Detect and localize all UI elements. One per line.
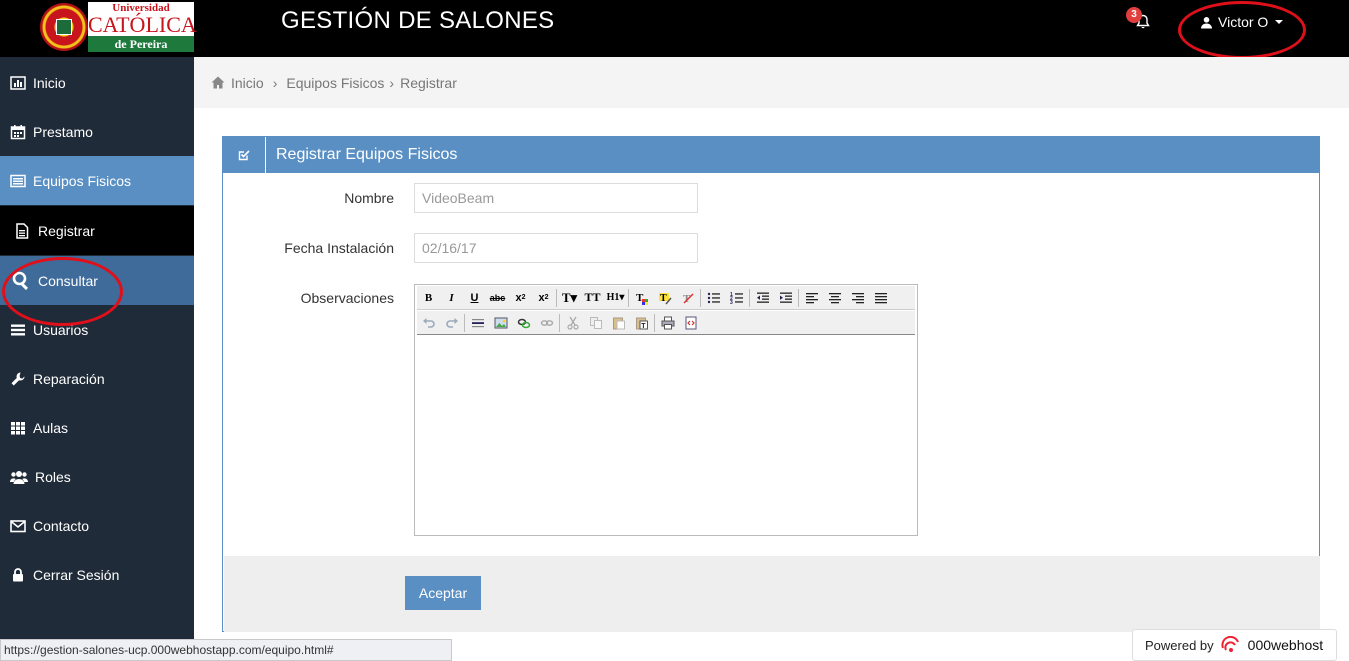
numbered-list-icon[interactable]: 123	[725, 287, 748, 309]
sidebar-item-label: Aulas	[33, 419, 69, 436]
align-justify-icon[interactable]	[869, 287, 892, 309]
webhost-brand: 000webhost	[1247, 637, 1324, 653]
breadcrumb-separator-icon: ›	[389, 74, 395, 91]
top-bar: Universidad CATÓLICA de Pereira GESTIÓN …	[0, 0, 1349, 59]
university-seal-icon	[40, 3, 88, 51]
calendar-icon	[10, 124, 26, 139]
bullet-list-icon[interactable]	[702, 287, 725, 309]
sidebar-item-label: Contacto	[33, 517, 90, 534]
status-bar-url: https://gestion-salones-ucp.000webhostap…	[0, 639, 452, 661]
align-left-icon[interactable]	[800, 287, 823, 309]
undo-icon[interactable]	[417, 312, 440, 334]
underline-icon[interactable]: U	[463, 287, 486, 309]
breadcrumb: Inicio › Equipos Fisicos › Registrar	[194, 57, 1349, 108]
logo-wordmark: Universidad CATÓLICA de Pereira	[88, 2, 197, 52]
logo-line-3: de Pereira	[88, 36, 194, 52]
highlight-icon[interactable]: T	[653, 287, 676, 309]
university-logo[interactable]: Universidad CATÓLICA de Pereira	[0, 0, 197, 57]
powered-by-label: Powered by	[1145, 637, 1214, 653]
horizontal-rule-icon[interactable]	[466, 312, 489, 334]
users-icon	[10, 470, 28, 484]
sidebar-item-label: Registrar	[38, 222, 95, 239]
powered-by-badge[interactable]: Powered by 000webhost	[1132, 629, 1337, 661]
sidebar-item-prestamo[interactable]: Prestamo	[0, 107, 194, 156]
annotation-circle-registrar	[2, 257, 123, 326]
breadcrumb-separator-icon: ›	[272, 74, 278, 91]
envelope-icon	[10, 519, 26, 532]
align-right-icon[interactable]	[846, 287, 869, 309]
webhost-logo-icon	[1221, 636, 1239, 652]
breadcrumb-inicio[interactable]: Inicio	[231, 75, 264, 91]
accept-button[interactable]: Aceptar	[405, 576, 481, 610]
align-center-icon[interactable]	[823, 287, 846, 309]
observaciones-editor: B I U abc x2 x2 T▾ TT H1▾ T T T 123 T	[414, 284, 918, 536]
sidebar: Inicio Prestamo Equipos Fisicos Registra…	[0, 57, 194, 661]
image-icon[interactable]	[489, 312, 512, 334]
bar-chart-icon	[10, 75, 26, 90]
lock-icon	[13, 567, 23, 581]
bold-icon[interactable]: B	[417, 287, 440, 309]
notification-badge[interactable]: 3	[1126, 7, 1142, 23]
panel-header: Registrar Equipos Fisicos	[223, 137, 1319, 173]
text-color-icon[interactable]: T	[630, 287, 653, 309]
unlink-icon[interactable]	[535, 312, 558, 334]
edit-check-icon	[223, 137, 266, 173]
sidebar-item-registrar[interactable]: Registrar	[0, 206, 194, 255]
sidebar-item-roles[interactable]: Roles	[0, 452, 194, 501]
logo-line-2: CATÓLICA	[88, 12, 197, 37]
sidebar-item-reparacion[interactable]: Reparación	[0, 354, 194, 403]
home-icon	[211, 76, 225, 89]
outdent-icon[interactable]	[751, 287, 774, 309]
file-icon	[16, 222, 29, 239]
clear-format-icon[interactable]: T	[676, 287, 699, 309]
copy-icon[interactable]	[584, 312, 607, 334]
font-size-icon[interactable]: TT	[581, 287, 604, 309]
font-family-icon[interactable]: T▾	[558, 287, 581, 309]
redo-icon[interactable]	[440, 312, 463, 334]
observaciones-label: Observaciones	[300, 290, 394, 306]
app-title: GESTIÓN DE SALONES	[281, 7, 555, 34]
sidebar-item-inicio[interactable]: Inicio	[0, 58, 194, 107]
indent-icon[interactable]	[774, 287, 797, 309]
breadcrumb-equipos-fisicos[interactable]: Equipos Fisicos	[286, 75, 384, 91]
svg-text:T: T	[660, 293, 667, 304]
fecha-instalacion-label: Fecha Instalación	[284, 240, 394, 256]
sidebar-item-cerrar-sesion[interactable]: Cerrar Sesión	[0, 550, 194, 599]
grid-icon	[11, 421, 25, 434]
strikethrough-icon[interactable]: abc	[486, 287, 509, 309]
breadcrumb-current: Registrar	[400, 74, 457, 91]
nombre-label: Nombre	[344, 190, 394, 206]
sidebar-item-aulas[interactable]: Aulas	[0, 403, 194, 452]
superscript-icon[interactable]: x2	[532, 287, 555, 309]
sidebar-item-label: Cerrar Sesión	[33, 566, 120, 583]
sidebar-item-equipos-fisicos[interactable]: Equipos Fisicos	[0, 156, 194, 205]
sidebar-item-label: Reparación	[33, 370, 105, 387]
fecha-instalacion-input[interactable]: 02/16/17	[414, 233, 698, 263]
sidebar-item-label: Equipos Fisicos	[33, 172, 132, 189]
subscript-icon[interactable]: x2	[509, 287, 532, 309]
form-footer: Aceptar	[224, 556, 1320, 632]
sidebar-item-label: Inicio	[33, 74, 66, 91]
nombre-input[interactable]: VideoBeam	[414, 183, 698, 213]
link-icon[interactable]	[512, 312, 535, 334]
svg-text:T: T	[641, 323, 646, 330]
source-code-icon[interactable]	[679, 312, 702, 334]
sidebar-item-contacto[interactable]: Contacto	[0, 501, 194, 550]
wrench-icon	[11, 372, 25, 385]
cut-icon[interactable]	[561, 312, 584, 334]
menu-icon	[11, 324, 25, 335]
annotation-circle-user	[1178, 1, 1306, 59]
sidebar-item-label: Prestamo	[33, 123, 93, 140]
sidebar-item-label: Roles	[35, 468, 71, 485]
heading-icon[interactable]: H1▾	[604, 287, 627, 309]
paste-text-icon[interactable]: T	[630, 312, 653, 334]
svg-text:3: 3	[730, 300, 733, 305]
panel-title: Registrar Equipos Fisicos	[276, 146, 458, 163]
print-icon[interactable]	[656, 312, 679, 334]
editor-toolbar-row-1: B I U abc x2 x2 T▾ TT H1▾ T T T 123	[417, 286, 915, 310]
list-icon	[10, 174, 26, 187]
editor-toolbar-row-2: T	[417, 311, 915, 335]
italic-icon[interactable]: I	[440, 287, 463, 309]
paste-icon[interactable]	[607, 312, 630, 334]
